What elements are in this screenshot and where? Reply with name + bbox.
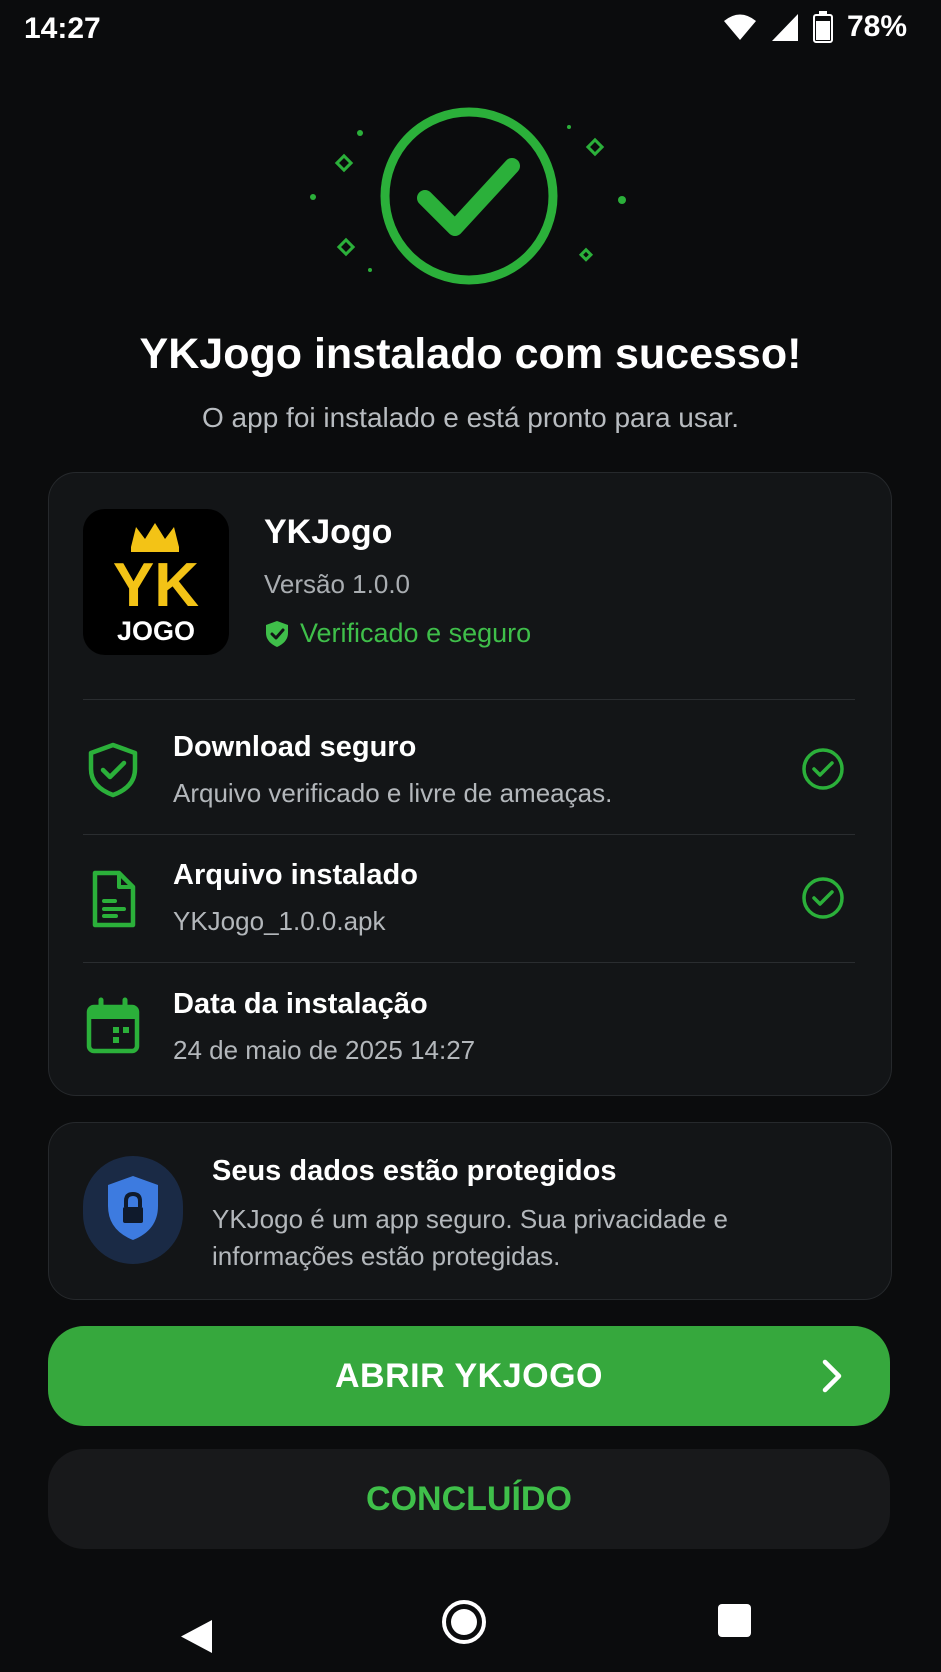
shield-check-icon (88, 742, 138, 798)
divider (83, 834, 855, 835)
back-icon[interactable] (181, 1620, 212, 1653)
chevron-right-icon (822, 1359, 842, 1393)
calendar-icon (86, 997, 140, 1054)
battery-percent: 78% (846, 10, 907, 43)
detail-title-file: Arquivo instalado (173, 859, 418, 891)
battery-icon (812, 11, 833, 43)
lock-shield-icon (108, 1176, 158, 1240)
crown-icon: YK JOGO (113, 523, 199, 646)
app-logo: YK JOGO (83, 509, 229, 655)
success-subtitle: O app foi instalado e está pronto para u… (201, 402, 740, 433)
status-time: 14:27 (24, 12, 101, 45)
divider (83, 962, 855, 963)
privacy-text: YKJogo é um app seguro. Sua privacidade … (212, 1204, 729, 1271)
home-icon[interactable] (442, 1600, 486, 1644)
verified-label: Verificado e seguro (300, 618, 532, 648)
app-name: YKJogo (264, 513, 393, 551)
app-info-card: YK JOGO YKJogo Versão 1.0.0 Verificado e… (48, 472, 892, 1096)
logo-text-bottom: JOGO (117, 616, 195, 646)
file-icon (92, 870, 136, 928)
done-label: CONCLUÍDO (366, 1479, 572, 1518)
recents-icon[interactable] (718, 1604, 751, 1637)
detail-title-download: Download seguro (173, 731, 417, 763)
divider (83, 699, 855, 700)
open-app-button[interactable]: ABRIR YKJOGO (48, 1326, 890, 1426)
detail-title-date: Data da instalação (173, 988, 428, 1020)
navigation-bar (181, 1600, 751, 1653)
logo-text-top: YK (113, 551, 199, 620)
wifi-icon (723, 14, 756, 40)
check-circle-icon (310, 107, 626, 285)
verified-shield-icon (266, 620, 288, 647)
verified-badge: Verificado e seguro (264, 618, 531, 649)
success-title: YKJogo instalado com sucesso! (139, 330, 802, 378)
detail-subtitle-date: 24 de maio de 2025 14:27 (173, 1035, 476, 1065)
detail-subtitle-file: YKJogo_1.0.0.apk (173, 906, 386, 936)
open-app-label: ABRIR YKJOGO (335, 1356, 603, 1395)
detail-subtitle-download: Arquivo verificado e livre de ameaças. (173, 778, 613, 808)
app-version: Versão 1.0.0 (264, 569, 410, 599)
done-button[interactable]: CONCLUÍDO (48, 1449, 890, 1549)
check-circle-small-icon (802, 877, 844, 919)
signal-icon (771, 14, 798, 41)
lock-shield-badge (83, 1156, 183, 1264)
privacy-title: Seus dados estão protegidos (212, 1155, 617, 1187)
check-circle-small-icon (802, 748, 844, 790)
status-icons: 78% (723, 10, 907, 44)
privacy-card: Seus dados estão protegidos YKJogo é um … (48, 1122, 892, 1300)
